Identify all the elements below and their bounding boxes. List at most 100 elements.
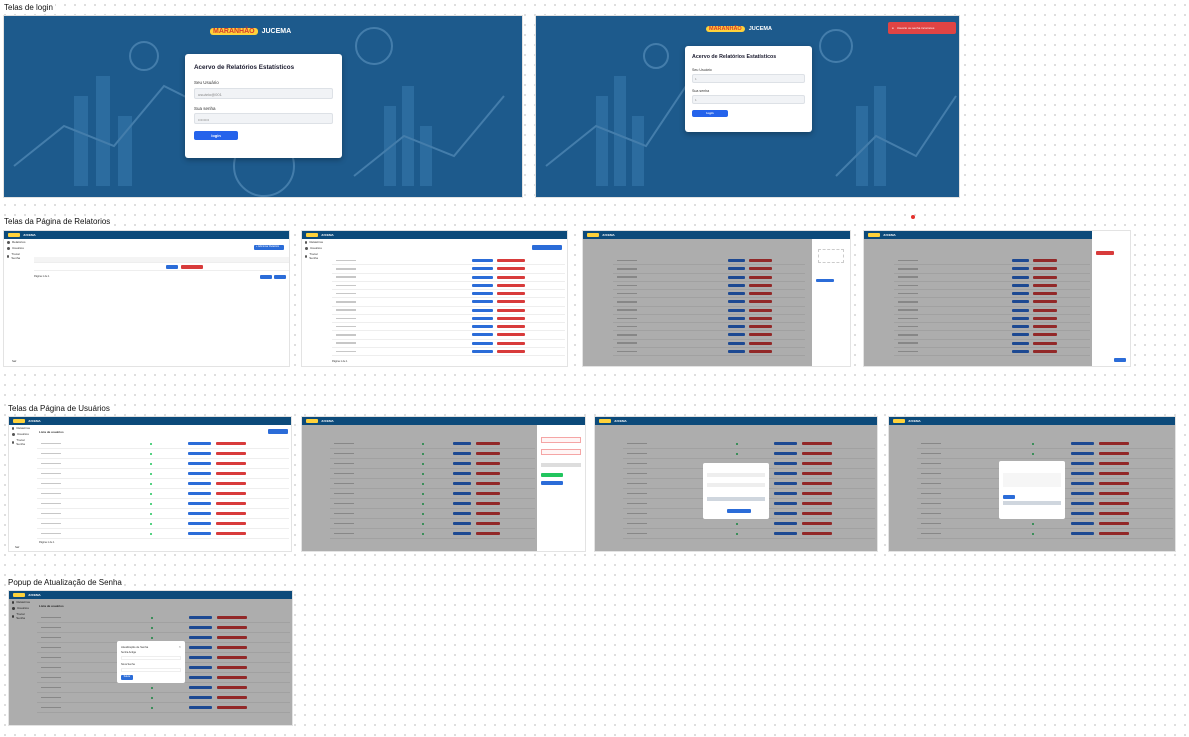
delete-button[interactable] xyxy=(497,259,526,263)
edit-button[interactable] xyxy=(188,482,211,485)
edit-button[interactable] xyxy=(188,532,211,535)
table-row xyxy=(34,264,289,271)
edit-button[interactable] xyxy=(471,259,493,263)
edit-button[interactable] xyxy=(188,472,211,475)
status-dot xyxy=(150,532,153,535)
permissions-list[interactable] xyxy=(1003,473,1061,487)
prev-button[interactable] xyxy=(260,275,272,279)
old-password-input[interactable] xyxy=(121,656,181,660)
save-password-button[interactable]: Salvar xyxy=(121,675,133,680)
delete-button[interactable] xyxy=(497,292,526,296)
edit-button[interactable] xyxy=(471,283,493,287)
table-row xyxy=(332,340,565,348)
delete-button[interactable] xyxy=(215,482,247,485)
error-toast-text: Usuário ou senha incorretos xyxy=(896,26,935,30)
upload-area[interactable] xyxy=(818,249,844,263)
permissions-save-button[interactable] xyxy=(1003,495,1015,499)
edit-button[interactable] xyxy=(188,462,211,465)
save-user-button[interactable] xyxy=(541,481,563,485)
next-button-4[interactable] xyxy=(1114,358,1126,362)
edit-name-field[interactable] xyxy=(707,483,765,487)
user-input[interactable]: usuário@001 xyxy=(194,88,333,99)
edit-button[interactable] xyxy=(188,512,211,515)
delete-button[interactable] xyxy=(215,532,247,535)
password-input[interactable]: •••••••• xyxy=(194,113,333,124)
close-icon[interactable]: × xyxy=(179,644,181,649)
delete-button[interactable] xyxy=(215,522,247,525)
add-report-button-2[interactable] xyxy=(532,245,562,250)
add-report-button[interactable]: + Adicionar Relatório xyxy=(254,245,284,250)
exit-link[interactable]: Sair xyxy=(12,360,16,363)
edit-button[interactable] xyxy=(188,442,211,445)
edit-button[interactable] xyxy=(471,325,493,329)
status-dot xyxy=(150,502,153,505)
login-card-2: Acervo de Relatórios Estatísticos Seu Us… xyxy=(685,46,812,132)
password-field[interactable] xyxy=(541,449,581,455)
popup-title: Atualização de Senha xyxy=(121,645,149,649)
users-screen-2: JUCEMA xyxy=(301,416,586,552)
new-password-field[interactable]: Nova Senha xyxy=(121,663,135,666)
login-button[interactable]: login xyxy=(194,131,238,140)
new-user-button[interactable] xyxy=(268,429,288,434)
edit-save-button[interactable] xyxy=(727,509,751,513)
delete-button[interactable] xyxy=(215,442,247,445)
error-icon: ● xyxy=(892,26,894,30)
sidebar-item-password[interactable]: Trocar Senha xyxy=(4,251,29,261)
delete-button[interactable] xyxy=(497,308,526,312)
delete-button[interactable] xyxy=(215,452,247,455)
delete-button[interactable] xyxy=(215,492,247,495)
row-text-placeholder xyxy=(336,317,356,320)
active-toggle[interactable] xyxy=(541,473,563,477)
delete-button[interactable] xyxy=(215,462,247,465)
delete-button[interactable] xyxy=(497,267,526,271)
password-input-2[interactable]: 1 xyxy=(692,95,805,104)
delete-button[interactable] xyxy=(497,316,526,320)
edit-button[interactable] xyxy=(188,502,211,505)
edit-button[interactable] xyxy=(471,275,493,279)
password-popup-screen: JUCEMA Relatórios Usuários Trocar Senha … xyxy=(8,590,293,726)
edit-button[interactable] xyxy=(471,316,493,320)
delete-button[interactable] xyxy=(497,341,526,345)
edit-button[interactable] xyxy=(471,341,493,345)
delete-button[interactable] xyxy=(497,275,526,279)
user-field[interactable] xyxy=(541,437,581,443)
edit-button[interactable] xyxy=(471,300,493,304)
delete-button[interactable] xyxy=(215,512,247,515)
sidebar-item-password-2[interactable]: Trocar Senha xyxy=(302,251,326,261)
confirm-delete-button[interactable] xyxy=(1096,251,1114,255)
edit-button[interactable] xyxy=(188,452,211,455)
edit-button[interactable] xyxy=(188,522,211,525)
role-select[interactable] xyxy=(541,463,581,467)
sidebar-item-password-u1[interactable]: Trocar Senha xyxy=(9,437,33,447)
edit-button[interactable] xyxy=(471,349,493,353)
section-title-login: Telas de login xyxy=(2,3,55,12)
edit-button[interactable] xyxy=(471,292,493,296)
submit-button[interactable] xyxy=(816,279,834,282)
exit-link-u1[interactable]: Sair xyxy=(15,546,19,549)
permissions-role-select[interactable] xyxy=(1003,501,1061,505)
table-row xyxy=(332,257,565,266)
edit-button[interactable] xyxy=(471,333,493,337)
edit-role-select[interactable] xyxy=(707,497,765,501)
edit-user-field[interactable] xyxy=(707,473,765,477)
new-password-input[interactable] xyxy=(121,668,181,672)
delete-button[interactable] xyxy=(215,472,247,475)
brand-logo: MARANHÃO JUCEMA xyxy=(210,28,291,35)
next-button[interactable] xyxy=(274,275,286,279)
marker-dot xyxy=(911,215,915,219)
delete-button[interactable] xyxy=(497,300,526,304)
edit-button[interactable] xyxy=(471,267,493,271)
delete-button[interactable] xyxy=(497,325,526,329)
edit-button[interactable] xyxy=(188,492,211,495)
user-input-2[interactable]: 1 xyxy=(692,74,805,83)
app-topbar: JUCEMA xyxy=(4,231,289,239)
old-password-field[interactable]: Senha Antiga xyxy=(121,651,136,654)
delete-button[interactable] xyxy=(215,502,247,505)
edit-button[interactable] xyxy=(471,308,493,312)
app-title-3: JUCEMA xyxy=(602,233,615,237)
delete-button[interactable] xyxy=(497,333,526,337)
reports-screen-2: JUCEMA Relatórios Usuários Trocar Senha … xyxy=(301,230,568,367)
login-button-2[interactable]: login xyxy=(692,110,728,117)
delete-button[interactable] xyxy=(497,283,526,287)
delete-button[interactable] xyxy=(497,349,526,353)
